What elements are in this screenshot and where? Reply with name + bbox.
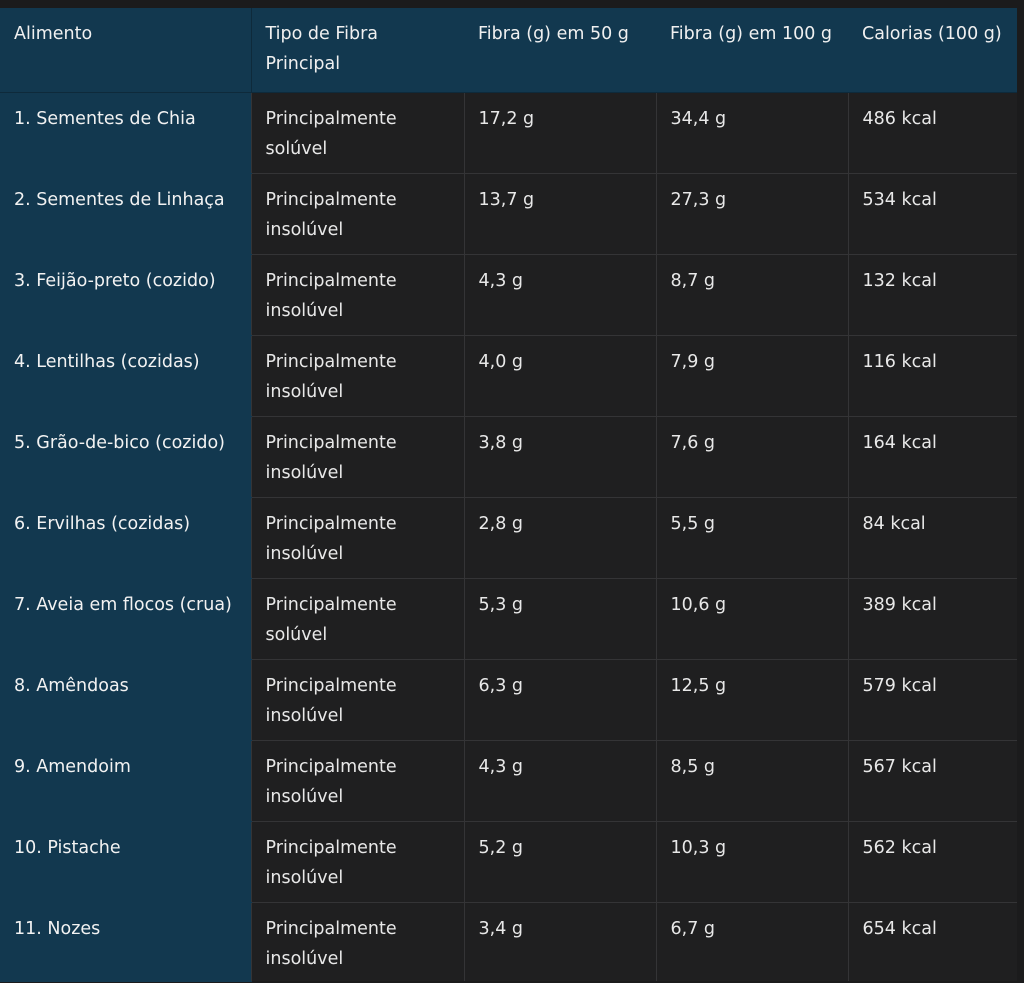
cell-fibra-100g: 8,5 g (655, 740, 848, 822)
cell-fibra-50g: 3,4 g (463, 902, 656, 981)
cell-tipo-fibra: Principalmente insolúvel (250, 902, 464, 981)
header-fibra-50g: Fibra (g) em 50 g (464, 8, 656, 93)
cell-fibra-100g: 6,7 g (655, 902, 848, 981)
cell-alimento: 3. Feijão-preto (cozido) (0, 254, 251, 336)
cell-alimento: 6. Ervilhas (cozidas) (0, 497, 251, 579)
cell-calorias: 486 kcal (847, 92, 1017, 174)
cell-fibra-50g: 6,3 g (463, 659, 656, 741)
cell-fibra-100g: 5,5 g (655, 497, 848, 579)
cell-alimento: 8. Amêndoas (0, 659, 251, 741)
right-edge-gutter (1017, 8, 1024, 983)
cell-tipo-fibra: Principalmente insolúvel (250, 497, 464, 579)
cell-fibra-100g: 10,3 g (655, 821, 848, 903)
cell-alimento: 9. Amendoim (0, 740, 251, 822)
cell-alimento: 10. Pistache (0, 821, 251, 903)
cell-fibra-100g: 10,6 g (655, 578, 848, 660)
header-fibra-100g: Fibra (g) em 100 g (656, 8, 848, 93)
table-header-row: Alimento Tipo de Fibra Principal Fibra (… (0, 8, 1017, 93)
table-row: 8. Amêndoas Principalmente insolúvel 6,3… (0, 659, 1017, 741)
cell-fibra-50g: 17,2 g (463, 92, 656, 174)
cell-alimento: 5. Grão-de-bico (cozido) (0, 416, 251, 498)
cell-alimento: 11. Nozes (0, 902, 251, 982)
cell-fibra-50g: 4,3 g (463, 254, 656, 336)
cell-calorias: 654 kcal (847, 902, 1017, 981)
cell-calorias: 562 kcal (847, 821, 1017, 903)
cell-alimento: 7. Aveia em flocos (crua) (0, 578, 251, 660)
table-row: 3. Feijão-preto (cozido) Principalmente … (0, 254, 1017, 336)
table-row: 9. Amendoim Principalmente insolúvel 4,3… (0, 740, 1017, 822)
table-row: 5. Grão-de-bico (cozido) Principalmente … (0, 416, 1017, 498)
cell-alimento: 2. Sementes de Linhaça (0, 173, 251, 255)
cell-alimento: 4. Lentilhas (cozidas) (0, 335, 251, 417)
cell-calorias: 567 kcal (847, 740, 1017, 822)
cell-tipo-fibra: Principalmente insolúvel (250, 416, 464, 498)
cell-fibra-50g: 3,8 g (463, 416, 656, 498)
cell-fibra-100g: 27,3 g (655, 173, 848, 255)
cell-fibra-100g: 8,7 g (655, 254, 848, 336)
cell-fibra-100g: 12,5 g (655, 659, 848, 741)
cell-calorias: 84 kcal (847, 497, 1017, 579)
table-row: 7. Aveia em flocos (crua) Principalmente… (0, 578, 1017, 660)
table-row: 10. Pistache Principalmente insolúvel 5,… (0, 821, 1017, 903)
table-row: 6. Ervilhas (cozidas) Principalmente ins… (0, 497, 1017, 579)
header-alimento: Alimento (0, 8, 252, 93)
cell-fibra-100g: 7,6 g (655, 416, 848, 498)
cell-alimento: 1. Sementes de Chia (0, 92, 251, 174)
cell-fibra-50g: 2,8 g (463, 497, 656, 579)
cell-calorias: 164 kcal (847, 416, 1017, 498)
cell-calorias: 534 kcal (847, 173, 1017, 255)
cell-fibra-50g: 4,0 g (463, 335, 656, 417)
fiber-table-container: Alimento Tipo de Fibra Principal Fibra (… (0, 8, 1017, 983)
cell-tipo-fibra: Principalmente insolúvel (250, 740, 464, 822)
cell-fibra-50g: 5,3 g (463, 578, 656, 660)
cell-fibra-100g: 7,9 g (655, 335, 848, 417)
table-row: 2. Sementes de Linhaça Principalmente in… (0, 173, 1017, 255)
cell-fibra-100g: 34,4 g (655, 92, 848, 174)
cell-tipo-fibra: Principalmente insolúvel (250, 821, 464, 903)
cell-calorias: 132 kcal (847, 254, 1017, 336)
cell-fibra-50g: 4,3 g (463, 740, 656, 822)
header-tipo-de-fibra: Tipo de Fibra Principal (251, 8, 464, 93)
cell-tipo-fibra: Principalmente insolúvel (250, 173, 464, 255)
cell-tipo-fibra: Principalmente solúvel (250, 92, 464, 174)
cell-tipo-fibra: Principalmente insolúvel (250, 659, 464, 741)
table-row: 4. Lentilhas (cozidas) Principalmente in… (0, 335, 1017, 417)
cell-tipo-fibra: Principalmente insolúvel (250, 254, 464, 336)
cell-fibra-50g: 13,7 g (463, 173, 656, 255)
cell-calorias: 579 kcal (847, 659, 1017, 741)
cell-calorias: 116 kcal (847, 335, 1017, 417)
cell-tipo-fibra: Principalmente insolúvel (250, 335, 464, 417)
cell-tipo-fibra: Principalmente solúvel (250, 578, 464, 660)
cell-calorias: 389 kcal (847, 578, 1017, 660)
table-row: 1. Sementes de Chia Principalmente solúv… (0, 92, 1017, 174)
header-calorias: Calorias (100 g) (848, 8, 1017, 93)
fiber-table: Alimento Tipo de Fibra Principal Fibra (… (0, 8, 1017, 982)
cell-fibra-50g: 5,2 g (463, 821, 656, 903)
table-row: 11. Nozes Principalmente insolúvel 3,4 g… (0, 902, 1017, 982)
